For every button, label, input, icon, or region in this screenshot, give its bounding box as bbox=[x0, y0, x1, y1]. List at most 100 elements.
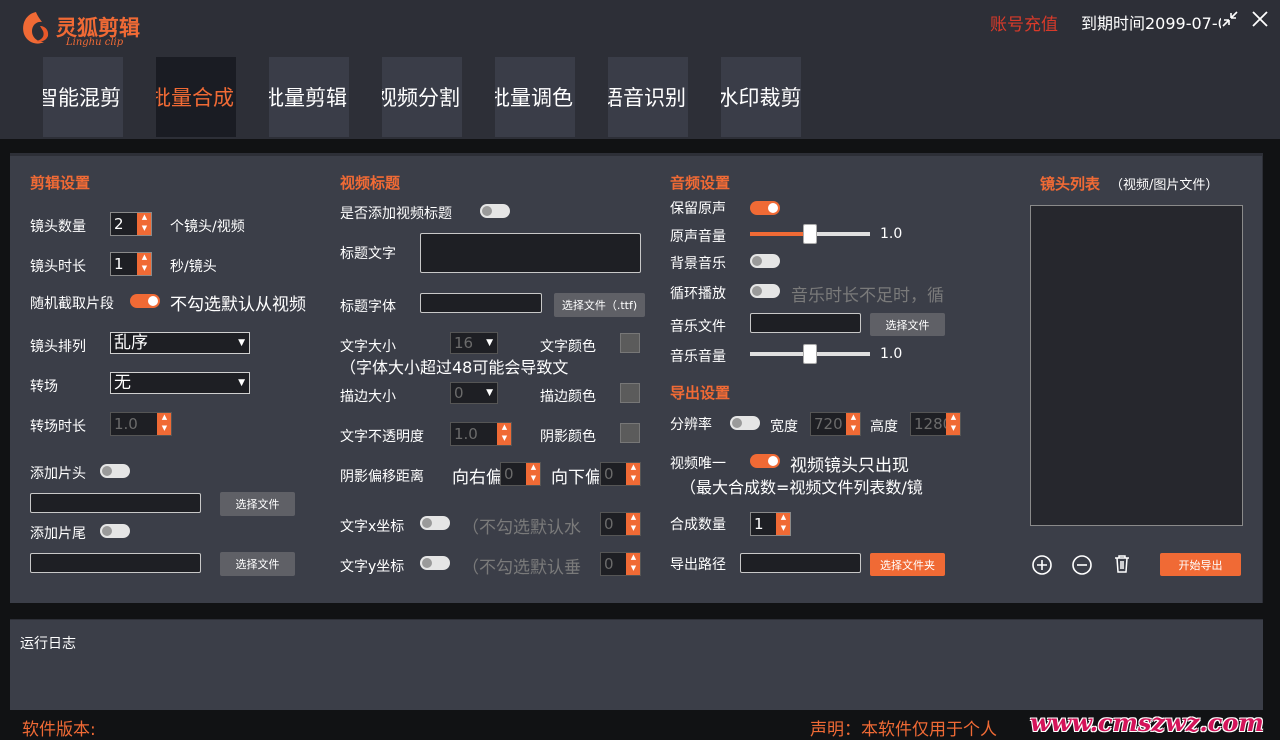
music-volume-value: 1.0 bbox=[880, 346, 903, 362]
minimize-icon[interactable] bbox=[1221, 10, 1239, 28]
outro-file-button[interactable]: 选择文件 bbox=[220, 552, 295, 576]
music-file-label: 音乐文件 bbox=[670, 319, 726, 335]
export-path-button[interactable]: 选择文件夹 bbox=[870, 553, 945, 576]
close-icon[interactable] bbox=[1251, 10, 1269, 28]
intro-toggle[interactable] bbox=[100, 464, 130, 478]
original-volume-slider[interactable] bbox=[750, 224, 870, 244]
title-text-label: 标题文字 bbox=[340, 246, 396, 262]
add-title-toggle[interactable] bbox=[480, 204, 510, 218]
order-select[interactable]: 乱序 ▼ bbox=[110, 332, 250, 354]
text-x-stepper[interactable]: 0 ▲ ▼ bbox=[600, 512, 641, 536]
shadow-color-label: 阴影颜色 bbox=[540, 429, 596, 445]
stepper-arrows-icon[interactable]: ▲ ▼ bbox=[626, 513, 640, 535]
shadow-down-label: 向下偏 bbox=[551, 468, 599, 488]
bgm-toggle[interactable] bbox=[750, 254, 780, 268]
stepper-arrows-icon[interactable]: ▲ ▼ bbox=[846, 413, 860, 435]
tab-smart-mix[interactable]: 智能混剪 bbox=[43, 57, 123, 137]
text-color-swatch[interactable] bbox=[620, 333, 640, 353]
stepper-arrows-icon[interactable]: ▲ ▼ bbox=[626, 463, 640, 485]
remove-icon[interactable] bbox=[1071, 554, 1093, 576]
chevron-down-icon: ▼ bbox=[238, 338, 245, 348]
stepper-arrows-icon[interactable]: ▲ ▼ bbox=[526, 463, 540, 485]
text-y-label: 文字y坐标 bbox=[340, 559, 405, 575]
compose-count-stepper[interactable]: 1 ▲ ▼ bbox=[750, 512, 791, 536]
stepper-arrows-icon[interactable]: ▲ ▼ bbox=[157, 413, 171, 435]
stroke-size-select[interactable]: 0 ▼ bbox=[450, 382, 498, 404]
mid-band bbox=[0, 603, 1280, 619]
outro-label: 添加片尾 bbox=[30, 526, 86, 542]
title-font-button[interactable]: 选择文件（.ttf) bbox=[554, 293, 645, 317]
text-x-label: 文字x坐标 bbox=[340, 519, 405, 535]
outro-toggle[interactable] bbox=[100, 524, 130, 538]
stepper-arrows-icon[interactable]: ▲ ▼ bbox=[497, 423, 511, 445]
tab-video-split[interactable]: 视频分割 bbox=[382, 57, 462, 137]
stroke-color-swatch[interactable] bbox=[620, 383, 640, 403]
music-file-input[interactable] bbox=[750, 313, 861, 333]
shadow-right-stepper[interactable]: 0 ▲ ▼ bbox=[500, 462, 541, 486]
shot-count-unit: 个镜头/视频 bbox=[170, 219, 245, 235]
intro-file-button[interactable]: 选择文件 bbox=[220, 492, 295, 516]
outro-file-input[interactable] bbox=[30, 553, 201, 573]
font-size-select[interactable]: 16 ▼ bbox=[450, 332, 498, 354]
chevron-down-icon: ▼ bbox=[486, 338, 493, 348]
compose-count-label: 合成数量 bbox=[670, 517, 726, 533]
log-panel bbox=[10, 620, 1263, 710]
logo-subtitle: Linghu clip bbox=[66, 37, 124, 48]
stroke-size-label: 描边大小 bbox=[340, 389, 396, 405]
side-border-right bbox=[1263, 139, 1280, 740]
tab-batch-edit[interactable]: 批量剪辑 bbox=[269, 57, 349, 137]
divider-band bbox=[0, 139, 1280, 153]
add-icon[interactable] bbox=[1031, 554, 1053, 576]
width-stepper[interactable]: 720 ▲ ▼ bbox=[810, 412, 861, 436]
slider-handle[interactable] bbox=[803, 224, 817, 244]
stepper-arrows-icon[interactable]: ▲ ▼ bbox=[137, 213, 151, 235]
shot-duration-stepper[interactable]: 1 ▲ ▼ bbox=[110, 252, 152, 276]
tab-batch-color[interactable]: 批量调色 bbox=[495, 57, 575, 137]
resolution-toggle[interactable] bbox=[730, 416, 760, 430]
text-x-toggle[interactable] bbox=[420, 516, 450, 530]
tab-batch-compose[interactable]: 批量合成 bbox=[156, 57, 236, 137]
intro-file-input[interactable] bbox=[30, 493, 201, 513]
trash-icon[interactable] bbox=[1111, 553, 1133, 575]
export-path-label: 导出路径 bbox=[670, 557, 726, 573]
shadow-color-swatch[interactable] bbox=[620, 423, 640, 443]
title-text-input[interactable] bbox=[420, 233, 641, 273]
keep-original-toggle[interactable] bbox=[750, 201, 780, 215]
slider-handle[interactable] bbox=[803, 344, 817, 364]
shot-duration-unit: 秒/镜头 bbox=[170, 259, 217, 275]
export-path-input[interactable] bbox=[740, 553, 861, 573]
resolution-label: 分辨率 bbox=[670, 417, 712, 433]
shadow-down-stepper[interactable]: 0 ▲ ▼ bbox=[600, 462, 641, 486]
random-clip-label: 随机截取片段 bbox=[30, 296, 114, 312]
stepper-arrows-icon[interactable]: ▲ ▼ bbox=[776, 513, 790, 535]
recharge-link[interactable]: 账号充值 bbox=[990, 10, 1058, 35]
transition-select[interactable]: 无 ▼ bbox=[110, 372, 250, 394]
opacity-stepper[interactable]: 1.0 ▲ ▼ bbox=[450, 422, 512, 446]
chevron-down-icon: ▼ bbox=[486, 388, 493, 398]
loop-toggle[interactable] bbox=[750, 284, 780, 298]
text-y-toggle[interactable] bbox=[420, 556, 450, 570]
music-volume-slider[interactable] bbox=[750, 344, 870, 364]
tab-remove-watermark[interactable]: 去水印裁剪 bbox=[721, 57, 801, 137]
font-size-hint: （字体大小超过48可能会导致文 bbox=[340, 358, 569, 377]
shot-count-stepper[interactable]: 2 ▲ ▼ bbox=[110, 212, 152, 236]
transition-label: 转场 bbox=[30, 379, 58, 395]
height-stepper[interactable]: 1280 ▲ ▼ bbox=[910, 412, 961, 436]
tab-speech-recognition[interactable]: 语音识别 bbox=[608, 57, 688, 137]
stepper-arrows-icon[interactable]: ▲ ▼ bbox=[137, 253, 151, 275]
disclaimer-text: 声明：本软件仅用于个人 bbox=[810, 720, 997, 740]
start-export-button[interactable]: 开始导出 bbox=[1160, 553, 1241, 576]
stepper-arrows-icon[interactable]: ▲ ▼ bbox=[946, 413, 960, 435]
shot-list-box[interactable] bbox=[1030, 205, 1243, 526]
random-clip-toggle[interactable] bbox=[130, 294, 160, 308]
unique-hint: 视频镜头只出现 bbox=[790, 456, 909, 476]
text-y-stepper[interactable]: 0 ▲ ▼ bbox=[600, 552, 641, 576]
loop-hint: 音乐时长不足时，循 bbox=[791, 286, 944, 306]
side-border-left bbox=[0, 139, 10, 740]
unique-toggle[interactable] bbox=[750, 454, 780, 468]
keep-original-label: 保留原声 bbox=[670, 201, 726, 217]
stepper-arrows-icon[interactable]: ▲ ▼ bbox=[626, 553, 640, 575]
music-file-button[interactable]: 选择文件 bbox=[870, 313, 945, 336]
transition-duration-stepper[interactable]: 1.0 ▲ ▼ bbox=[110, 412, 172, 436]
title-font-input[interactable] bbox=[420, 293, 542, 313]
